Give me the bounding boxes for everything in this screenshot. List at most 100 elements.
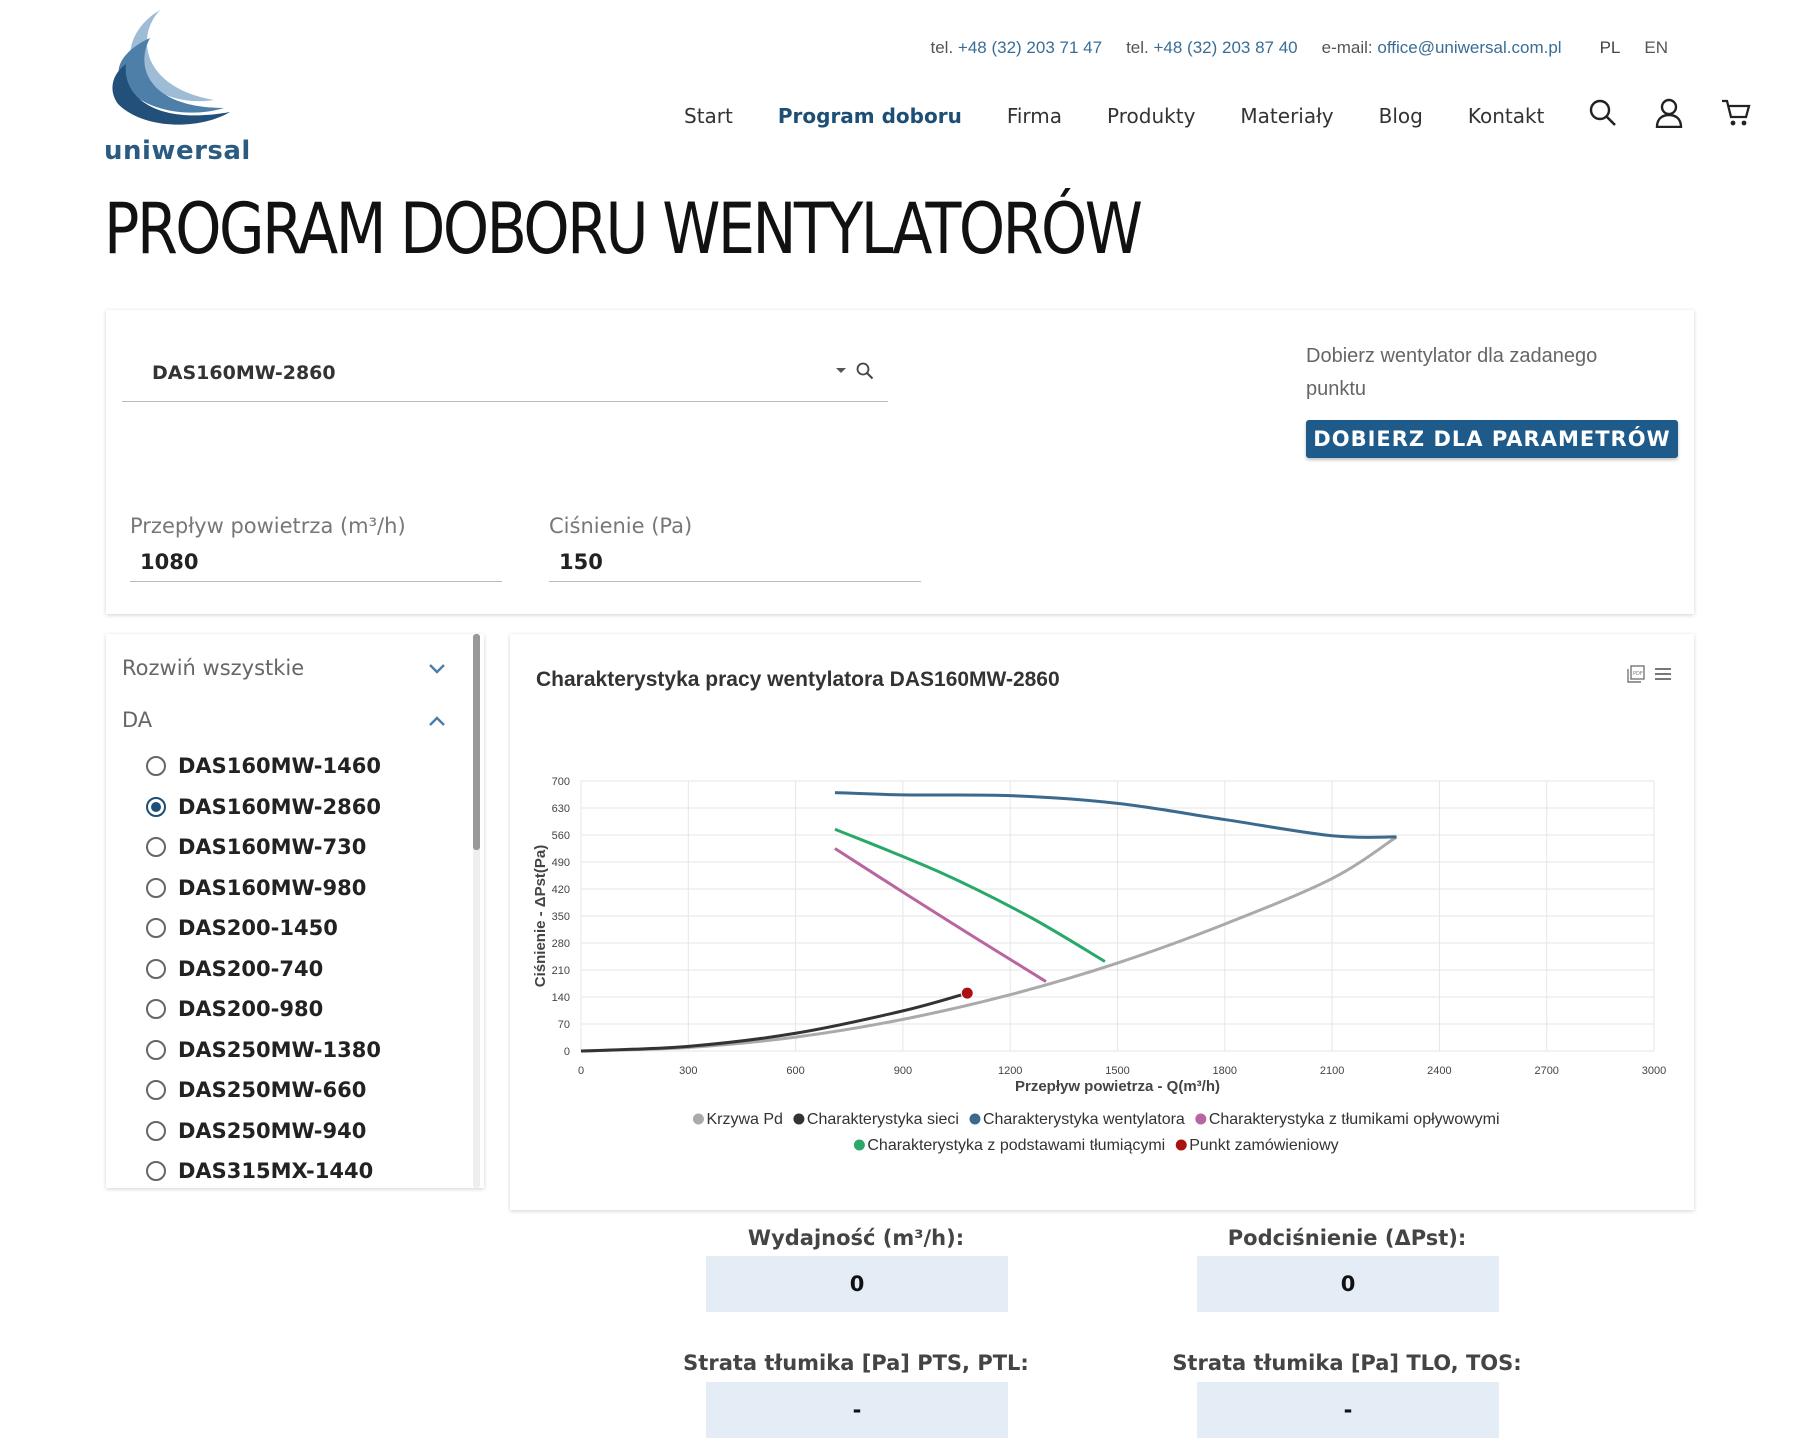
radio-button[interactable] [146, 1039, 166, 1060]
list-item-label: DAS200-740 [178, 956, 324, 981]
result-pressure-value: 0 [1197, 1256, 1499, 1312]
pressure-value[interactable]: 150 [559, 550, 603, 574]
user-icon[interactable] [1655, 98, 1683, 133]
radio-button[interactable] [146, 837, 166, 858]
list-item[interactable]: DAS160MW-2860 [146, 787, 381, 828]
legend-item: Charakterystyka wentylatora [983, 1111, 1185, 1128]
phone-2-value: +48 (32) 203 87 40 [1153, 38, 1298, 57]
caret-down-icon[interactable] [836, 368, 846, 373]
pressure-label: Ciśnienie (Pa) [549, 514, 693, 538]
pdf-export-icon[interactable]: PDF [1626, 664, 1646, 688]
nav-program-doboru[interactable]: Program doboru [778, 104, 962, 128]
menu-icon[interactable] [1654, 664, 1672, 688]
pressure-field[interactable]: Ciśnienie (Pa) 150 [549, 514, 921, 582]
nav-produkty[interactable]: Produkty [1107, 104, 1195, 128]
phone-1-label: tel. [930, 38, 954, 57]
x-tick-label: 600 [786, 1065, 804, 1077]
list-item[interactable]: DAS200-740 [146, 949, 381, 990]
selection-panel: DAS160MW-2860 Dobierz wentylator dla zad… [106, 310, 1694, 614]
chevron-down-icon[interactable] [428, 660, 446, 679]
legend-marker [853, 1139, 865, 1151]
y-tick-label: 210 [552, 965, 570, 977]
y-tick-label: 70 [558, 1019, 570, 1031]
radio-button[interactable] [146, 1161, 166, 1182]
list-item-label: DAS160MW-1460 [178, 754, 381, 779]
nav-blog[interactable]: Blog [1379, 104, 1423, 128]
list-item-label: DAS315MX-1440 [178, 1159, 374, 1184]
x-tick-label: 2400 [1427, 1065, 1451, 1077]
legend-marker [969, 1113, 981, 1125]
list-item[interactable]: DAS160MW-1460 [146, 746, 381, 787]
group-da-row[interactable]: DA [122, 708, 152, 732]
lang-pl[interactable]: PL [1600, 38, 1621, 58]
phone-1[interactable]: tel. +48 (32) 203 71 47 [930, 38, 1102, 58]
chart-panel: 0 300 600 900 1200 1500 1800 2100 2400 2700 3000 0 7… [510, 634, 1694, 1210]
radio-button[interactable] [146, 1080, 166, 1101]
nav-firma[interactable]: Firma [1007, 104, 1062, 128]
search-icon[interactable] [856, 362, 874, 384]
y-tick-label: 0 [564, 1046, 570, 1058]
radio-button[interactable] [146, 1120, 166, 1141]
x-tick-label: 300 [679, 1065, 697, 1077]
radio-button[interactable] [146, 756, 166, 777]
legend-item: Krzywa Pd [706, 1111, 782, 1128]
y-tick-label: 700 [552, 776, 570, 788]
x-axis-label: Przepływ powietrza - Q(m³/h) [1015, 1078, 1220, 1095]
x-tick-label: 1200 [998, 1065, 1022, 1077]
fan-sidebar: Rozwiń wszystkie DA DAS160MW-1460 DAS160… [106, 634, 484, 1188]
fan-select[interactable]: DAS160MW-2860 [122, 344, 888, 402]
radio-button[interactable] [146, 999, 166, 1020]
chart-title: Charakterystyka pracy wentylatora DAS160… [536, 668, 1060, 691]
y-tick-label: 630 [552, 803, 570, 815]
pick-parameters-button[interactable]: DOBIERZ DLA PARAMETRÓW [1306, 420, 1678, 458]
legend-item: Charakterystyka z tłumikami opływowymi [1209, 1111, 1500, 1128]
legend-marker [793, 1113, 805, 1125]
list-item[interactable]: DAS250MW-1380 [146, 1030, 381, 1071]
expand-all-row[interactable]: Rozwiń wszystkie [122, 656, 304, 680]
x-tick-label: 1500 [1105, 1065, 1129, 1077]
legend-marker [1195, 1113, 1207, 1125]
search-icon[interactable] [1589, 99, 1617, 132]
result-flow-value: 0 [706, 1256, 1008, 1312]
email[interactable]: e-mail: office@uniwersal.com.pl [1322, 38, 1562, 58]
chart: 0 300 600 900 1200 1500 1800 2100 2400 2700 3000 0 7… [532, 776, 1666, 1154]
result-flow-label: Wydajność (m³/h): [747, 1226, 965, 1250]
flow-value[interactable]: 1080 [140, 550, 198, 574]
x-tick-label: 0 [578, 1065, 584, 1077]
radio-button[interactable] [146, 796, 166, 817]
phone-2-label: tel. [1126, 38, 1149, 57]
list-item[interactable]: DAS200-1450 [146, 908, 381, 949]
list-item[interactable]: DAS200-980 [146, 989, 381, 1030]
fan-select-value: DAS160MW-2860 [152, 362, 336, 384]
scrollbar-thumb[interactable] [473, 634, 480, 850]
y-tick-label: 420 [552, 884, 570, 896]
nav-kontakt[interactable]: Kontakt [1468, 104, 1545, 128]
list-item[interactable]: DAS250MW-940 [146, 1111, 381, 1152]
chevron-up-icon[interactable] [428, 712, 446, 731]
list-item[interactable]: DAS315MX-1440 [146, 1151, 381, 1188]
radio-button[interactable] [146, 877, 166, 898]
cart-icon[interactable] [1721, 99, 1751, 132]
radio-button[interactable] [146, 958, 166, 979]
flow-field[interactable]: Przepływ powietrza (m³/h) 1080 [130, 514, 502, 582]
list-item[interactable]: DAS250MW-660 [146, 1070, 381, 1111]
list-item-label: DAS160MW-2860 [178, 794, 381, 819]
list-item-label: DAS250MW-1380 [178, 1037, 381, 1062]
logo-text: uniwersal [104, 136, 251, 166]
x-tick-label: 2700 [1534, 1065, 1558, 1077]
legend-item: Charakterystyka z podstawami tłumiącymi [867, 1137, 1165, 1154]
phone-2[interactable]: tel. +48 (32) 203 87 40 [1126, 38, 1298, 58]
legend-item: Charakterystyka sieci [807, 1111, 959, 1128]
nav-start[interactable]: Start [684, 104, 733, 128]
logo[interactable]: uniwersal [104, 8, 250, 168]
y-tick-label: 140 [552, 992, 570, 1004]
nav-materialy[interactable]: Materiały [1240, 104, 1333, 128]
list-item[interactable]: DAS160MW-730 [146, 827, 381, 868]
x-tick-label: 2100 [1320, 1065, 1344, 1077]
list-item-label: DAS200-980 [178, 997, 324, 1022]
logo-mark [112, 10, 230, 125]
pick-description: Dobierz wentylator dla zadanego punktu [1306, 345, 1598, 400]
list-item[interactable]: DAS160MW-980 [146, 868, 381, 909]
lang-en[interactable]: EN [1644, 38, 1668, 58]
radio-button[interactable] [146, 918, 166, 939]
